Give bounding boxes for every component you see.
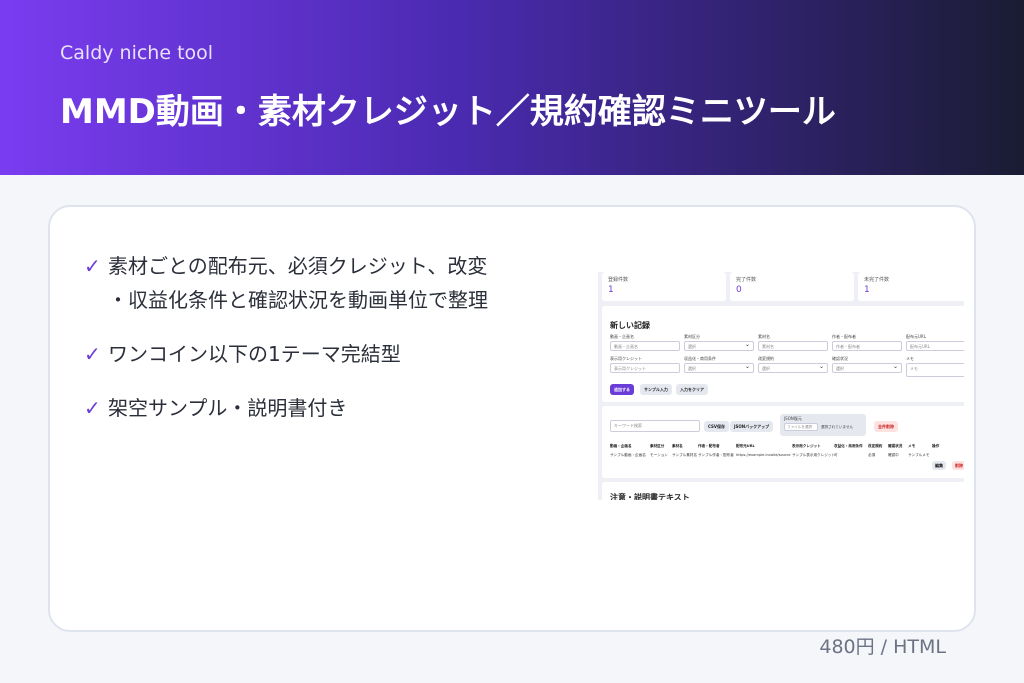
- stat-value: 1: [608, 285, 614, 295]
- stat-label: 完了件数: [736, 277, 757, 283]
- column-header: 収益化・商用条件: [834, 444, 863, 448]
- table-cell: サンプル動画・企画名: [610, 453, 646, 457]
- sample-button[interactable]: サンプル入力: [640, 384, 672, 395]
- field-label: 動画・企画名: [610, 334, 634, 339]
- url-input[interactable]: 配布元URL: [906, 341, 964, 351]
- column-header: 確認状況: [888, 444, 903, 448]
- stat-card: 完了件数 0: [730, 272, 854, 301]
- feature-text: ・収益化条件と確認状況を動画単位で整理: [108, 288, 488, 312]
- stat-card: 未完了件数 1: [858, 272, 964, 301]
- delete-all-button[interactable]: 全件削除: [874, 421, 898, 432]
- csv-button[interactable]: CSV保存: [704, 421, 729, 432]
- status-select[interactable]: 選択: [832, 363, 902, 373]
- table-cell: サンプル素材名: [672, 453, 698, 457]
- monetize-select[interactable]: 選択: [684, 363, 754, 373]
- credit-input[interactable]: 表示用クレジット: [610, 363, 680, 373]
- column-header: 素材名: [672, 444, 683, 448]
- field-label: 配布元URL: [906, 334, 926, 339]
- field-label: 改変規約: [758, 356, 774, 361]
- new-record-panel: 新しい記録 動画・企画名 動画・企画名 素材区分 選択 素材名 素材名 作者・配…: [602, 306, 964, 402]
- field-label: 素材名: [758, 334, 770, 339]
- table-cell: 必須: [868, 453, 876, 457]
- column-header: 操作: [932, 444, 940, 448]
- tool-preview-screenshot: 登録件数 1 完了件数 0 未完了件数 1 新しい記録 動画・企画名 動画・企画…: [598, 272, 964, 500]
- search-input[interactable]: キーワード検索: [610, 420, 700, 432]
- field-label: 表示用クレジット: [610, 356, 642, 361]
- title-input[interactable]: 動画・企画名: [610, 341, 680, 351]
- column-header: 改変規約: [868, 444, 883, 448]
- header-banner: Caldy niche tool MMD動画・素材クレジット／規約確認ミニツール: [0, 0, 1024, 175]
- feature-text: 架空サンプル・説明書付き: [108, 396, 348, 420]
- table-cell: 可: [834, 453, 838, 457]
- notes-panel: 注意・説明書テキスト: [602, 482, 964, 500]
- delete-button[interactable]: 削除: [952, 461, 964, 470]
- material-input[interactable]: 素材名: [758, 341, 828, 351]
- json-backup-button[interactable]: JSONバックアップ: [730, 421, 774, 432]
- edit-button[interactable]: 編集: [932, 461, 946, 470]
- column-header: メモ: [908, 444, 916, 448]
- stat-value: 0: [736, 285, 742, 295]
- check-icon: ✓: [84, 396, 101, 420]
- price-label: 480円 / HTML: [819, 636, 946, 658]
- restore-label: JSON復元: [784, 416, 802, 421]
- check-icon: ✓: [84, 254, 101, 278]
- stat-card: 登録件数 1: [602, 272, 726, 301]
- form-title: 新しい記録: [610, 321, 650, 330]
- brand-subtitle: Caldy niche tool: [60, 42, 214, 64]
- stat-label: 未完了件数: [864, 277, 890, 283]
- field-label: 作者・配布者: [832, 334, 856, 339]
- feature-item: ✓ ワンコイン以下の1テーマ完結型: [84, 337, 554, 371]
- table-cell: モーション: [650, 453, 668, 457]
- column-header: 動画・企画名: [610, 444, 632, 448]
- feature-text: ワンコイン以下の1テーマ完結型: [108, 342, 401, 366]
- json-restore-box: JSON復元 ファイルを選択 選択されていません: [780, 414, 866, 436]
- section-title: 注意・説明書テキスト: [610, 493, 690, 500]
- author-input[interactable]: 作者・配布者: [832, 341, 902, 351]
- feature-item: ✓ 素材ごとの配布元、必須クレジット、改変 ・収益化条件と確認状況を動画単位で整…: [84, 249, 554, 317]
- table-cell: 確認中: [888, 453, 899, 457]
- field-label: メモ: [906, 356, 914, 361]
- table-cell: サンプル表示用クレジット: [792, 453, 836, 457]
- page-title: MMD動画・素材クレジット／規約確認ミニツール: [60, 92, 836, 132]
- field-label: 素材区分: [684, 334, 700, 339]
- feature-item: ✓ 架空サンプル・説明書付き: [84, 391, 554, 425]
- feature-text: 素材ごとの配布元、必須クレジット、改変: [108, 254, 488, 278]
- field-label: 収益化・商用条件: [684, 356, 716, 361]
- stat-label: 登録件数: [608, 277, 629, 283]
- column-header: 作者・配布者: [698, 444, 720, 448]
- records-panel: キーワード検索 CSV保存 JSONバックアップ JSON復元 ファイルを選択 …: [602, 406, 964, 478]
- feature-list: ✓ 素材ごとの配布元、必須クレジット、改変 ・収益化条件と確認状況を動画単位で整…: [84, 249, 554, 445]
- modify-select[interactable]: 選択: [758, 363, 828, 373]
- check-icon: ✓: [84, 342, 101, 366]
- table-cell: https://example.invalid/source: [736, 453, 791, 457]
- file-status: 選択されていません: [821, 425, 854, 429]
- add-button[interactable]: 追加する: [610, 384, 634, 395]
- category-select[interactable]: 選択: [684, 341, 754, 351]
- stat-value: 1: [864, 285, 870, 295]
- table-cell: サンプル作者・配布者: [698, 453, 734, 457]
- file-select-button[interactable]: ファイルを選択: [784, 423, 818, 431]
- field-label: 確認状況: [832, 356, 848, 361]
- column-header: 素材区分: [650, 444, 665, 448]
- memo-input[interactable]: メモ: [906, 363, 964, 377]
- column-header: 配布元URL: [736, 444, 755, 448]
- clear-button[interactable]: 入力をクリア: [676, 384, 708, 395]
- column-header: 表示用クレジット: [792, 444, 821, 448]
- table-cell: サンプルメモ: [908, 453, 930, 457]
